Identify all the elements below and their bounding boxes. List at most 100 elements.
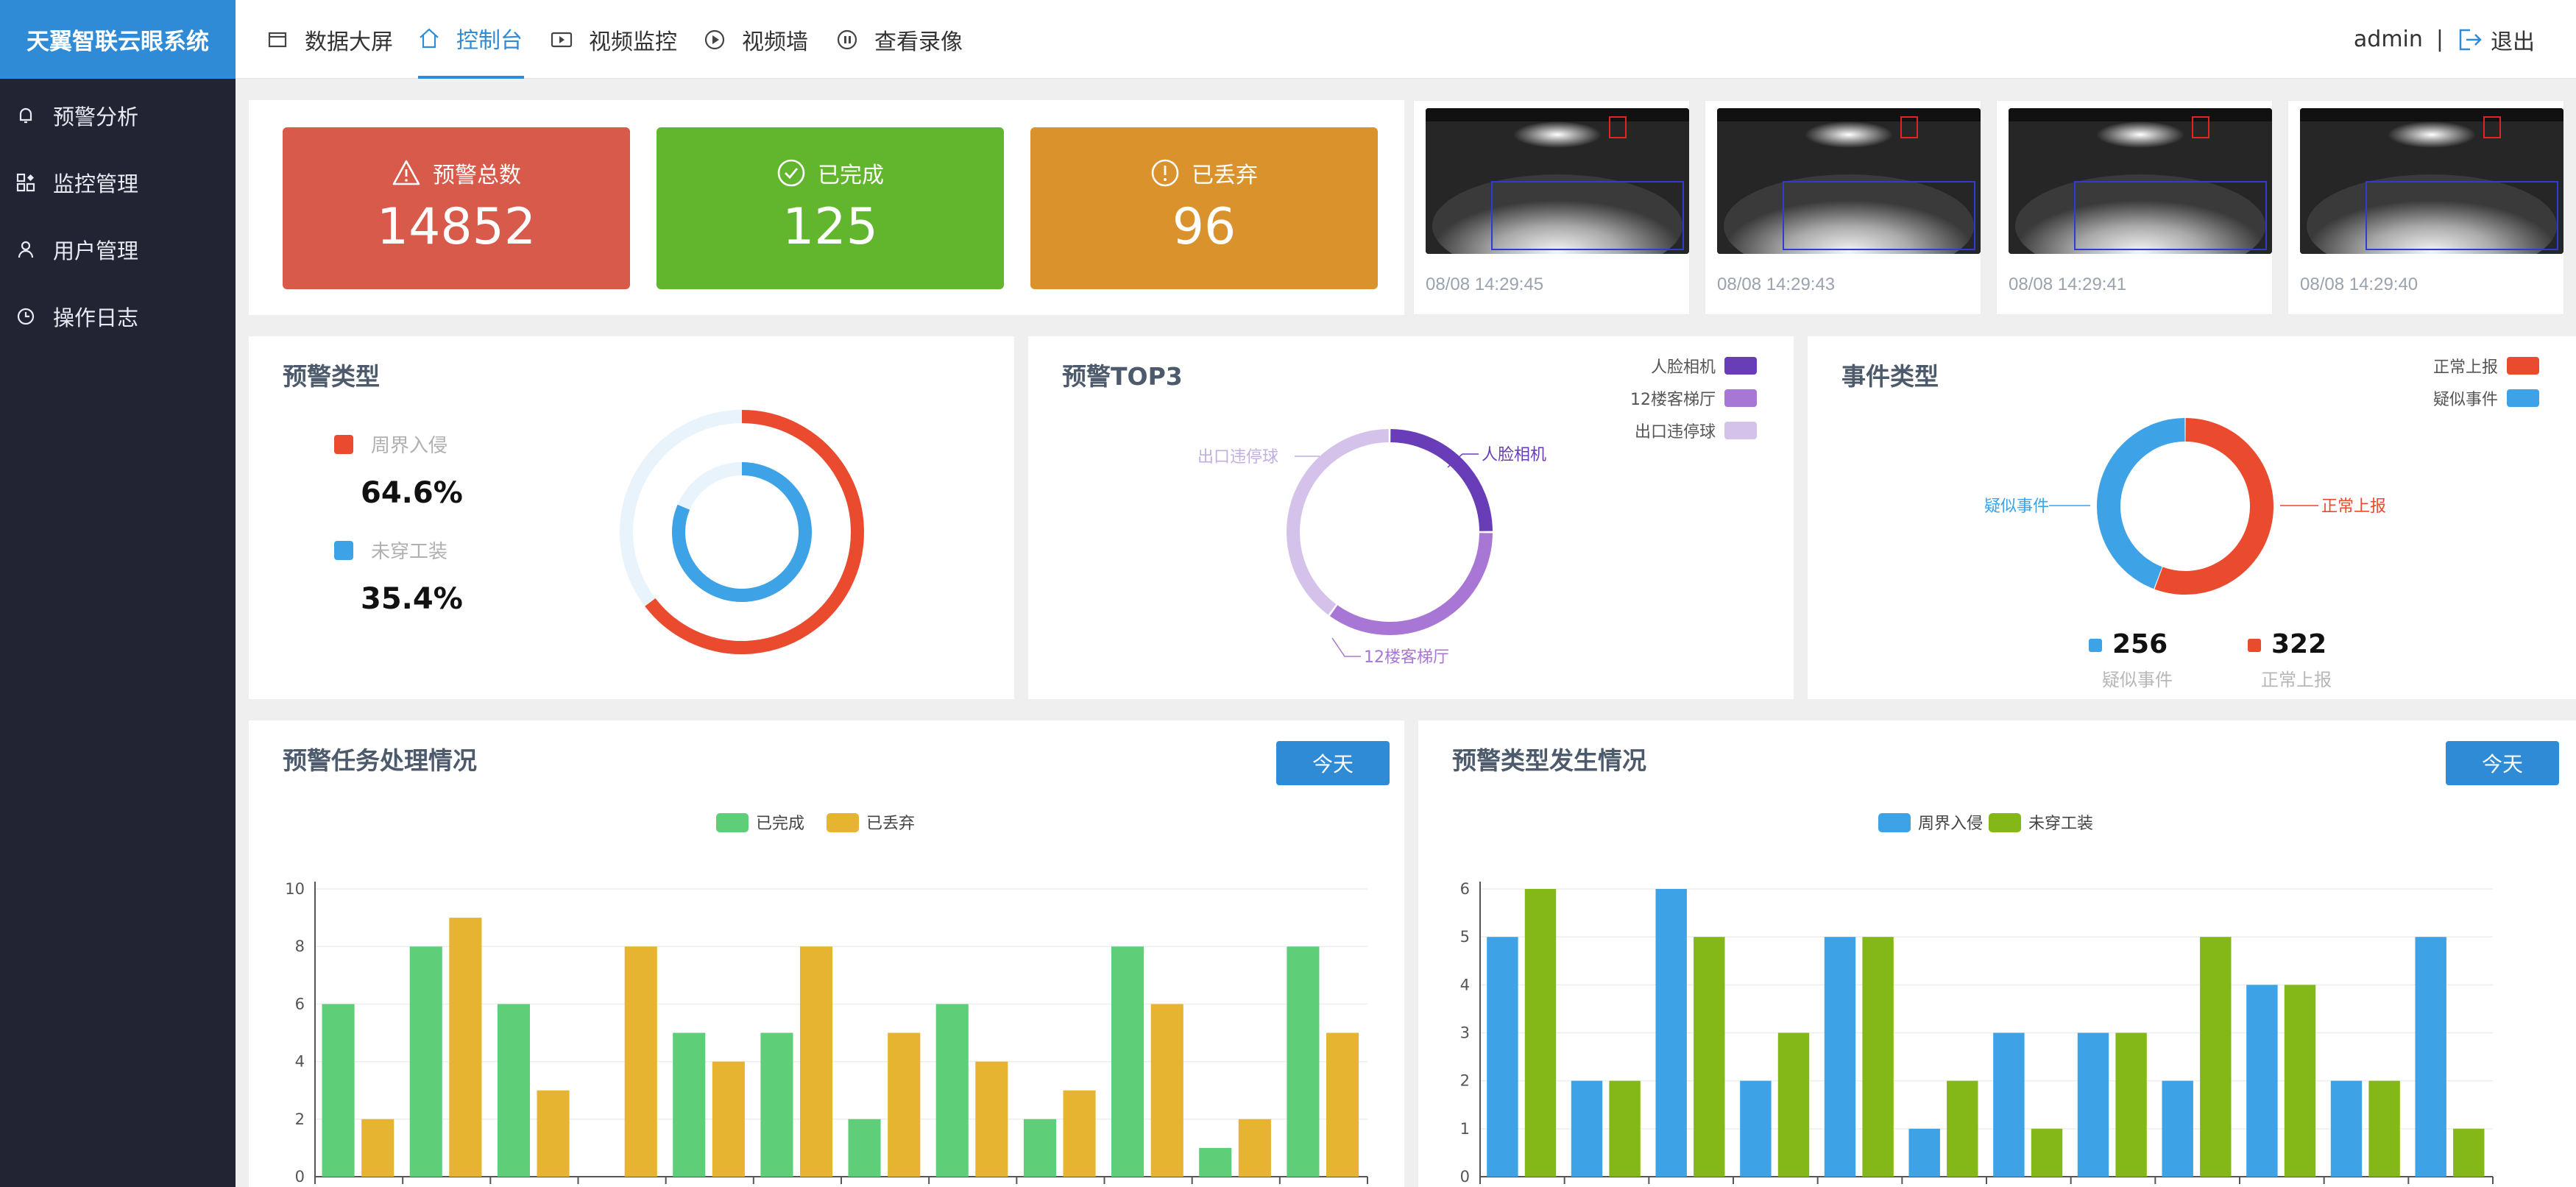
bar-已完成 <box>760 1032 793 1177</box>
count-normal-report: 322 <box>2271 629 2326 659</box>
count-label: 疑似事件 <box>2102 670 2173 690</box>
thumbnail-timestamp: 08/08 14:29:40 <box>2300 274 2418 294</box>
event-type-donut: 疑似事件 正常上报 256 疑似事件 322 正常上报 <box>1984 418 2386 690</box>
nav-label: 视频监控 <box>589 29 677 55</box>
bar-周界入侵 <box>2330 1080 2363 1177</box>
leader-line <box>1331 637 1361 657</box>
sidebar-item-alarm-analysis[interactable]: 预警分析 <box>0 82 236 149</box>
camera-snapshot <box>2300 108 2563 254</box>
bar-未穿工装 <box>1777 1032 1810 1177</box>
bar-已完成 <box>409 946 442 1177</box>
nav-view-recordings[interactable]: 查看录像 <box>836 0 963 79</box>
percent-no-uniform: 35.4% <box>361 582 463 616</box>
sidebar-item-operation-log[interactable]: 操作日志 <box>0 283 236 350</box>
bar-未穿工装 <box>2368 1080 2400 1177</box>
logout-icon[interactable] <box>2457 26 2483 53</box>
camera-thumbnail[interactable]: 08/08 14:29:41 <box>1996 100 2273 315</box>
legend-swatch <box>1878 813 1911 832</box>
task-bar-chart: 0 2 4 6 8 10 已完成 已丢弃 <box>285 813 1368 1186</box>
nav-label: 数据大屏 <box>305 29 393 55</box>
stat-card-total-alarms[interactable]: 预警总数 14852 <box>283 127 630 289</box>
bar-已完成 <box>322 1004 355 1177</box>
nav-data-screen[interactable]: 数据大屏 <box>266 0 393 79</box>
panel-event-type: 事件类型 正常上报 疑似事件 疑似事件 正常上报 256 疑似事件 322 正常… <box>1808 336 2576 699</box>
legend-no-uniform: 未穿工装 <box>334 536 447 564</box>
sidebar-item-label: 操作日志 <box>53 305 139 330</box>
donut-slice-0 <box>1390 429 1493 531</box>
stat-label-row: 已丢弃 <box>1030 157 1378 189</box>
camera-snapshot <box>1717 108 1981 254</box>
bar-周界入侵 <box>1487 937 1518 1177</box>
sidebar-item-label: 预警分析 <box>53 104 139 130</box>
y-tick-label: 6 <box>1460 880 1470 898</box>
bar-已丢弃 <box>712 1061 745 1177</box>
bar-未穿工装 <box>2453 1128 2485 1177</box>
percent-perimeter-intrusion: 64.6% <box>361 476 463 510</box>
bar-周界入侵 <box>1824 937 1856 1177</box>
bar-已完成 <box>1199 1147 1232 1177</box>
username[interactable]: admin <box>2354 26 2423 52</box>
camera-thumbnail[interactable]: 08/08 14:29:45 <box>1413 100 1690 315</box>
legend-label: 已完成 <box>756 815 804 833</box>
stat-label: 预警总数 <box>433 163 521 188</box>
panel-task-chart: 预警任务处理情况 今天 0 2 4 6 8 10 已完成 已丢弃 <box>249 720 1404 1187</box>
slice-label-normal-report: 正常上报 <box>2321 497 2386 516</box>
stat-value: 14852 <box>376 198 537 256</box>
donut-slice-2 <box>1287 429 1389 615</box>
bar-未穿工装 <box>2284 985 2316 1177</box>
legend-swatch <box>827 813 859 832</box>
sidebar: 天翼智联云眼系统 预警分析 监控管理 用户管理 操作日志 <box>0 0 236 1187</box>
bar-未穿工装 <box>1524 889 1557 1177</box>
separator: | <box>2435 26 2444 52</box>
user-icon <box>16 240 35 259</box>
bar-已完成 <box>1023 1119 1056 1177</box>
bar-已完成 <box>935 1004 969 1177</box>
nav-video-wall[interactable]: 视频墙 <box>704 0 808 79</box>
slice-label-exit-dome: 出口违停球 <box>1197 448 1278 467</box>
bar-周界入侵 <box>1993 1032 2025 1177</box>
bar-已丢弃 <box>888 1032 921 1177</box>
nav-console[interactable]: 控制台 <box>418 0 524 79</box>
panel-alarm-top3: 预警TOP3 人脸相机 12楼客梯厅 出口违停球 人脸相机 出口违停球 12楼客… <box>1028 336 1794 699</box>
clock-icon <box>16 307 35 326</box>
y-tick-label: 4 <box>295 1053 305 1071</box>
legend-perimeter-intrusion: 周界入侵 <box>334 430 447 458</box>
donut-slice-1 <box>1329 533 1493 635</box>
home-icon <box>418 27 440 49</box>
monitor-icon <box>266 29 289 51</box>
camera-thumbnail[interactable]: 08/08 14:29:43 <box>1705 100 1981 315</box>
legend-label: 周界入侵 <box>371 435 448 457</box>
y-tick-label: 4 <box>1460 976 1470 993</box>
sidebar-item-label: 用户管理 <box>53 238 139 263</box>
camera-snapshot <box>1426 108 1689 254</box>
bar-周界入侵 <box>2162 1080 2193 1177</box>
bar-已完成 <box>1287 946 1320 1177</box>
bar-周界入侵 <box>2077 1032 2109 1177</box>
legend-swatch <box>716 813 749 832</box>
y-tick-label: 2 <box>295 1110 305 1128</box>
bar-已丢弃 <box>975 1061 1008 1177</box>
legend-label: 周界入侵 <box>1918 815 1983 833</box>
thumbnail-timestamp: 08/08 14:29:41 <box>2009 274 2127 294</box>
bar-已丢弃 <box>537 1090 570 1177</box>
exclamation-circle-icon <box>1150 158 1180 188</box>
bar-未穿工装 <box>2115 1032 2147 1177</box>
stat-label-row: 已完成 <box>657 157 1004 189</box>
count-dot <box>2248 639 2261 652</box>
user-area: admin | 退出 <box>2354 0 2535 79</box>
nav-video-monitor[interactable]: 视频监控 <box>551 0 677 79</box>
stat-value: 96 <box>1172 198 1236 256</box>
check-circle-icon <box>776 158 806 188</box>
bar-未穿工装 <box>1862 937 1894 1177</box>
sidebar-item-monitor-management[interactable]: 监控管理 <box>0 149 236 216</box>
logout-link[interactable]: 退出 <box>2491 24 2535 56</box>
stat-card-discarded[interactable]: 已丢弃 96 <box>1030 127 1378 289</box>
stat-card-completed[interactable]: 已完成 125 <box>657 127 1004 289</box>
nav-label: 查看录像 <box>874 29 963 55</box>
slice-label-suspected-event: 疑似事件 <box>1984 497 2049 516</box>
sidebar-item-user-management[interactable]: 用户管理 <box>0 216 236 283</box>
y-tick-label: 10 <box>285 880 305 898</box>
bar-未穿工装 <box>1947 1080 1978 1177</box>
camera-thumbnail[interactable]: 08/08 14:29:40 <box>2287 100 2564 315</box>
bar-周界入侵 <box>2415 937 2446 1177</box>
